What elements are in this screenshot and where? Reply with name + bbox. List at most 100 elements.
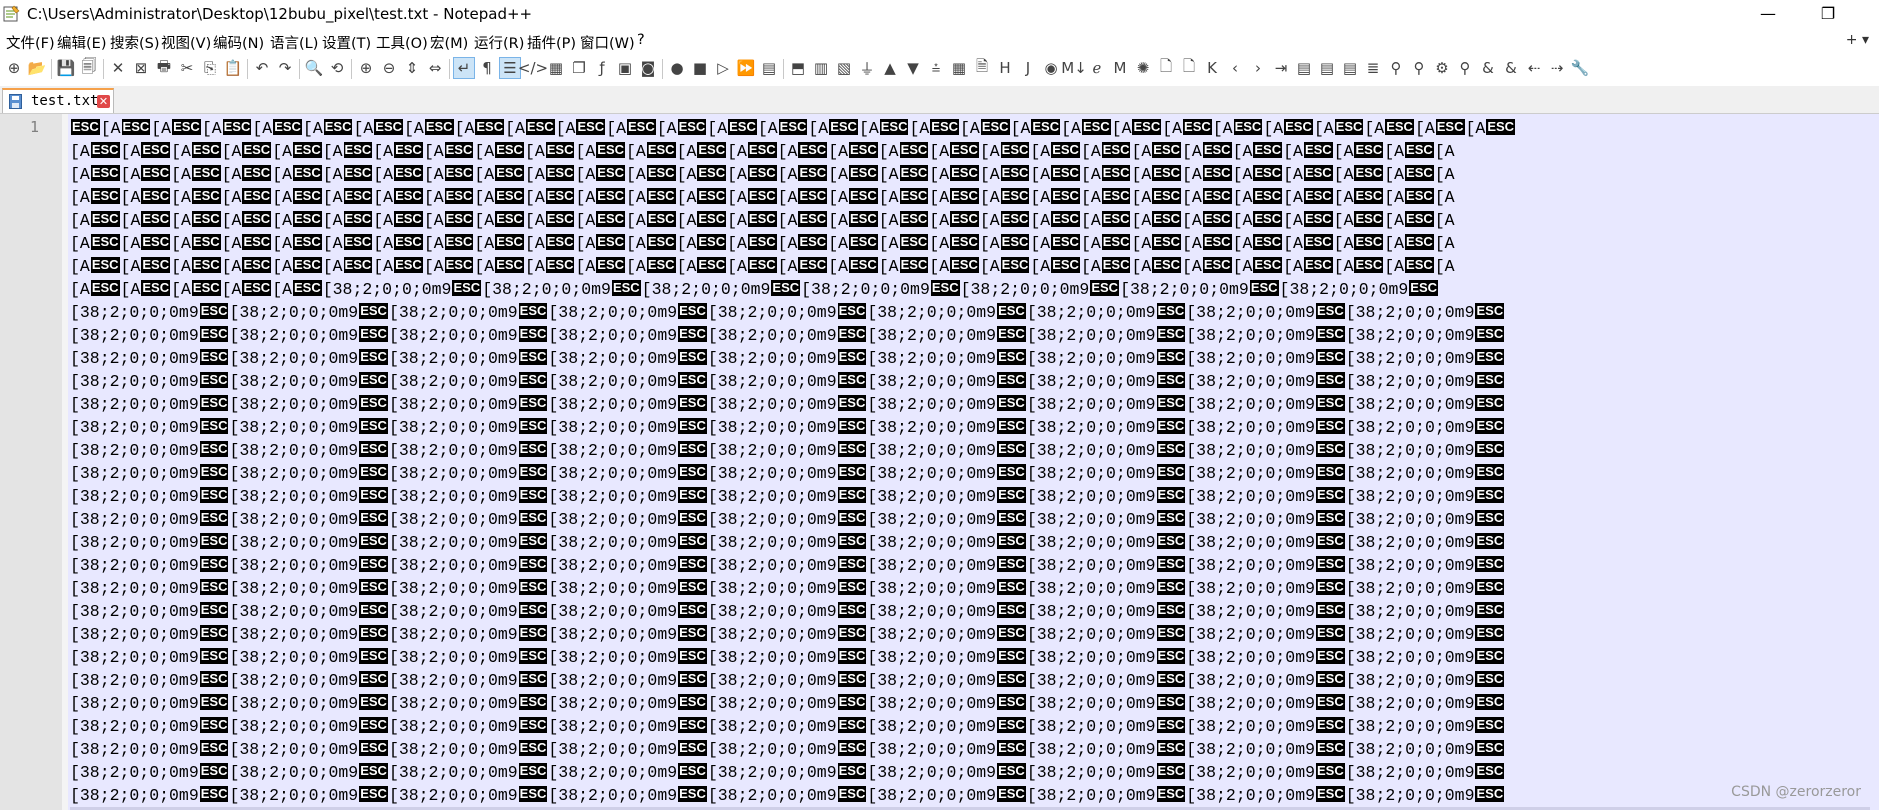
plugin-doc2-icon[interactable]: 🗋 [1178,57,1200,79]
text-line[interactable]: [38;2;0;0;0m9 ESC [38;2;0;0;0m9 ESC [38;2;0;… [70,715,1505,738]
function-list-icon[interactable]: ƒ [591,57,613,79]
document-map-icon[interactable]: ▦ [545,57,567,79]
plugin-arrow-left-icon[interactable]: ⇠ [1523,57,1545,79]
menu-item-8[interactable]: 宏(M) [430,32,468,53]
plugin-j-icon[interactable]: J [1017,57,1039,79]
text-line[interactable]: [A ESC [A ESC [A ESC [A ESC [A ESC [A ESC [A ESC [A ESC… [70,163,1455,186]
plugin-4-icon[interactable]: ⏚ [856,57,878,79]
menu-item-7[interactable]: 工具(O) [376,32,428,53]
text-line[interactable]: [A ESC [A ESC [A ESC [A ESC [A ESC [A ESC [A ESC [A ESC… [70,232,1455,255]
xml-tag-icon[interactable]: </> [518,57,548,79]
sync-horizontal-icon[interactable]: ⇔ [424,57,446,79]
plugin-amp2-icon[interactable]: & [1500,57,1522,79]
text-area[interactable]: ESC [A ESC [A ESC [A ESC [A ESC [A ESC [A ESC [A ESC [A… [70,117,1870,807]
plugin-5-icon[interactable]: ⩮ [925,57,947,79]
text-line[interactable]: ESC [A ESC [A ESC [A ESC [A ESC [A ESC [A ESC [A ESC [A… [70,117,1516,140]
tab-test-txt[interactable]: test.txt ✕ [2,88,114,113]
menu-item-6[interactable]: 设置(T) [322,32,371,53]
menu-item-0[interactable]: 文件(F) [6,32,55,53]
nav-end-icon[interactable]: ⇥ [1270,57,1292,79]
plugin-a-icon[interactable]: ▤ [1293,57,1315,79]
maximize-button[interactable]: ❐ [1805,0,1851,28]
plugin-arrow-right-icon[interactable]: ⇢ [1546,57,1568,79]
editor[interactable]: 1 ESC [A ESC [A ESC [A ESC [A ESC [A ESC [A ESC [A ESC… [0,114,1879,810]
menu-item-5[interactable]: 语言(L) [270,32,318,53]
sync-vertical-icon[interactable]: ⇕ [401,57,423,79]
text-line[interactable]: [38;2;0;0;0m9 ESC [38;2;0;0;0m9 ESC [38;2;0;… [70,347,1505,370]
plugin-k-icon[interactable]: K [1201,57,1223,79]
menu-item-10[interactable]: 插件(P) [527,32,576,53]
plugin-md-icon[interactable]: M↓ [1061,57,1087,79]
menu-item-1[interactable]: 编辑(E) [57,32,106,53]
plugin-amp-icon[interactable]: & [1477,57,1499,79]
plugin-globe-icon[interactable]: ◉ [1040,57,1062,79]
text-line[interactable]: [38;2;0;0;0m9 ESC [38;2;0;0;0m9 ESC [38;2;0;… [70,646,1505,669]
plugin-g-icon[interactable]: ⚙ [1431,57,1453,79]
open-file-icon[interactable]: 📂 [26,57,48,79]
record-macro-icon[interactable]: ● [666,57,688,79]
text-line[interactable]: [38;2;0;0;0m9 ESC [38;2;0;0;0m9 ESC [38;2;0;… [70,600,1505,623]
arrow-up-icon[interactable]: ▲ [879,57,901,79]
nav-back-icon[interactable]: ‹ [1224,57,1246,79]
plugin-h-icon[interactable]: H [994,57,1016,79]
text-line[interactable]: [38;2;0;0;0m9 ESC [38;2;0;0;0m9 ESC [38;2;0;… [70,439,1505,462]
stop-macro-icon[interactable]: ■ [689,57,711,79]
plugin-2-icon[interactable]: ▥ [810,57,832,79]
new-file-icon[interactable]: ⊕ [3,57,25,79]
zoom-in-icon[interactable]: ⊕ [355,57,377,79]
save-macro-icon[interactable]: ▤ [758,57,780,79]
text-line[interactable]: [A ESC [A ESC [A ESC [A ESC [A ESC [A ESC [A ESC [A ESC… [70,209,1455,232]
zoom-out-icon[interactable]: ⊖ [378,57,400,79]
text-line[interactable]: [38;2;0;0;0m9 ESC [38;2;0;0;0m9 ESC [38;2;0;… [70,761,1505,784]
plugin-h2-icon[interactable]: ⚲ [1454,57,1476,79]
text-line[interactable]: [38;2;0;0;0m9 ESC [38;2;0;0;0m9 ESC [38;2;0;… [70,370,1505,393]
redo-icon[interactable]: ↷ [274,57,296,79]
plugin-6-icon[interactable]: ▦ [948,57,970,79]
text-line[interactable]: [38;2;0;0;0m9 ESC [38;2;0;0;0m9 ESC [38;2;0;… [70,324,1505,347]
text-line[interactable]: [38;2;0;0;0m9 ESC [38;2;0;0;0m9 ESC [38;2;0;… [70,554,1505,577]
plugin-d-icon[interactable]: ≣ [1362,57,1384,79]
plugin-f-icon[interactable]: ⚲ [1408,57,1430,79]
document-list-icon[interactable]: ❐ [568,57,590,79]
fold-margin[interactable] [62,114,68,810]
run-macro-multiple-icon[interactable]: ⏩ [735,57,757,79]
save-icon[interactable]: 💾 [55,57,77,79]
menu-overflow[interactable]: + ▾ [1846,32,1869,48]
paste-icon[interactable]: 📋 [222,57,244,79]
word-wrap-icon[interactable]: ↵ [453,57,475,79]
text-line[interactable]: [38;2;0;0;0m9 ESC [38;2;0;0;0m9 ESC [38;2;0;… [70,462,1505,485]
text-line[interactable]: [38;2;0;0;0m9 ESC [38;2;0;0;0m9 ESC [38;2;0;… [70,577,1505,600]
plugin-c-icon[interactable]: ▤ [1339,57,1361,79]
menu-item-12[interactable]: ? [637,32,645,48]
text-line[interactable]: [38;2;0;0;0m9 ESC [38;2;0;0;0m9 ESC [38;2;0;… [70,508,1505,531]
text-line[interactable]: [38;2;0;0;0m9 ESC [38;2;0;0;0m9 ESC [38;2;0;… [70,301,1505,324]
monitor-icon[interactable]: ▣ [614,57,636,79]
undo-icon[interactable]: ↶ [251,57,273,79]
text-line[interactable]: [38;2;0;0;0m9 ESC [38;2;0;0;0m9 ESC [38;2;0;… [70,784,1505,807]
save-all-icon[interactable]: 🗐 [78,57,100,79]
play-macro-icon[interactable]: ▷ [712,57,734,79]
arrow-down-icon[interactable]: ▼ [902,57,924,79]
menu-item-2[interactable]: 搜索(S) [110,32,160,53]
plugin-b-icon[interactable]: ▤ [1316,57,1338,79]
menu-item-11[interactable]: 窗口(W) [580,32,635,53]
plugin-7-icon[interactable]: 🗎 [971,57,993,79]
close-all-icon[interactable]: ⊠ [130,57,152,79]
text-line[interactable]: [38;2;0;0;0m9 ESC [38;2;0;0;0m9 ESC [38;2;0;… [70,669,1505,692]
text-line[interactable]: [A ESC [A ESC [A ESC [A ESC [A ESC [A ESC [A ESC [A ESC… [70,140,1455,163]
cut-icon[interactable]: ✂ [176,57,198,79]
screenshot-icon[interactable]: ◙ [637,57,659,79]
minimize-button[interactable]: — [1745,0,1791,28]
copy-icon[interactable]: ⎘ [199,57,221,79]
text-line[interactable]: [38;2;0;0;0m9 ESC [38;2;0;0;0m9 ESC [38;2;0;… [70,623,1505,646]
find-icon[interactable]: 🔍 [303,57,325,79]
text-line[interactable]: [38;2;0;0;0m9 ESC [38;2;0;0;0m9 ESC [38;2;0;… [70,738,1505,761]
text-line[interactable]: [38;2;0;0;0m9 ESC [38;2;0;0;0m9 ESC [38;2;0;… [70,416,1505,439]
nav-forward-icon[interactable]: › [1247,57,1269,79]
text-line[interactable]: [A ESC [A ESC [A ESC [A ESC [A ESC [A ESC [A ESC [A ESC… [70,255,1455,278]
menu-item-3[interactable]: 视图(V) [161,32,211,53]
close-icon[interactable]: ✕ [107,57,129,79]
plugin-ie-icon[interactable]: ℯ [1086,57,1108,79]
plugin-1-icon[interactable]: ⬒ [787,57,809,79]
plugin-3-icon[interactable]: ▧ [833,57,855,79]
